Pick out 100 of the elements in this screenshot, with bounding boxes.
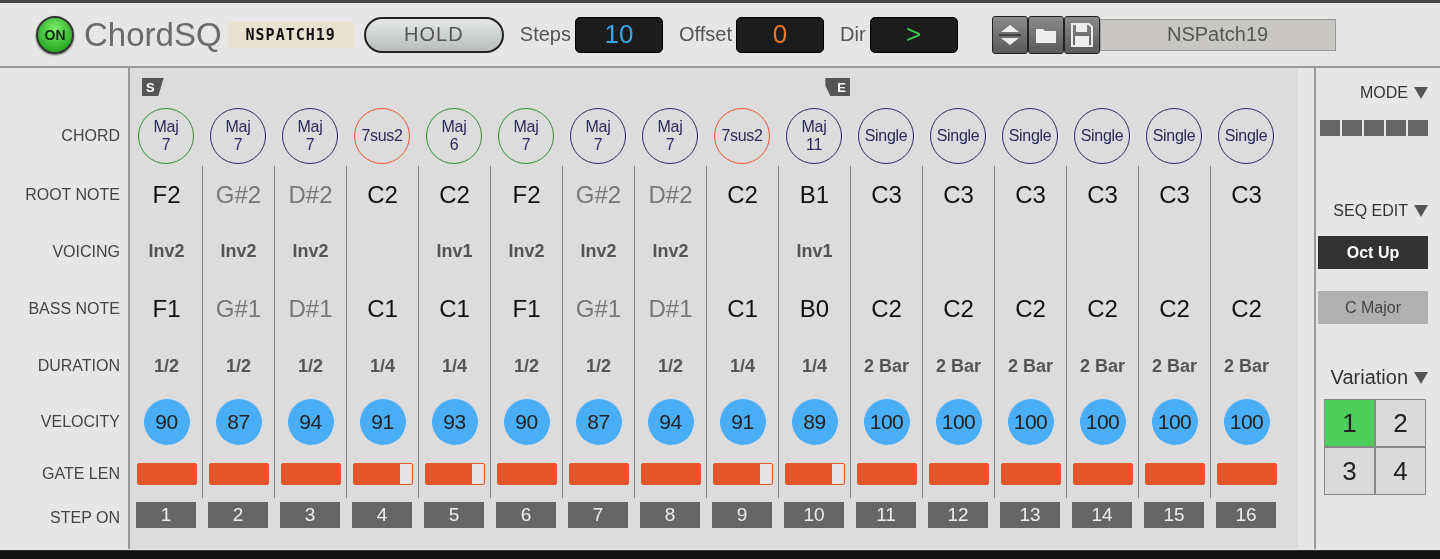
root-note[interactable]: F2 xyxy=(512,180,541,209)
gate-length-slider[interactable] xyxy=(352,463,413,485)
step-toggle[interactable]: 8 xyxy=(640,502,700,528)
duration-value[interactable]: 1/2 xyxy=(298,355,323,377)
voicing-value[interactable]: Inv2 xyxy=(220,241,257,262)
duration-value[interactable]: 1/2 xyxy=(514,355,539,377)
gate-length-slider[interactable] xyxy=(496,463,557,485)
bass-note[interactable]: C2 xyxy=(1159,295,1190,323)
duration-value[interactable]: 2 Bar xyxy=(1152,355,1197,377)
voicing-value[interactable]: Inv2 xyxy=(580,241,617,262)
voicing-value[interactable]: Inv2 xyxy=(148,241,185,262)
duration-value[interactable]: 1/4 xyxy=(730,355,755,377)
gate-length-slider[interactable] xyxy=(712,463,773,485)
velocity-knob[interactable]: 100 xyxy=(1079,399,1126,445)
gate-length-slider[interactable] xyxy=(136,463,197,485)
patch-name-field[interactable]: NSPatch19 xyxy=(1099,18,1336,51)
gate-length-slider[interactable] xyxy=(928,463,989,485)
hold-button[interactable]: HOLD xyxy=(363,16,504,53)
velocity-knob[interactable]: 87 xyxy=(575,399,622,445)
save-icon[interactable] xyxy=(1063,15,1100,54)
bass-note[interactable]: C1 xyxy=(727,295,758,323)
variation-button[interactable]: 3 xyxy=(1324,447,1375,495)
root-note[interactable]: C2 xyxy=(439,180,470,209)
step-toggle[interactable]: 5 xyxy=(424,502,484,528)
velocity-knob[interactable]: 100 xyxy=(863,399,910,445)
duration-value[interactable]: 1/4 xyxy=(442,355,467,377)
root-note[interactable]: C3 xyxy=(1087,180,1118,209)
step-toggle[interactable]: 10 xyxy=(784,502,844,528)
gate-length-slider[interactable] xyxy=(784,463,845,485)
variation-button[interactable]: 2 xyxy=(1375,399,1426,447)
velocity-knob[interactable]: 91 xyxy=(359,399,406,445)
velocity-knob[interactable]: 90 xyxy=(143,399,190,445)
bass-note[interactable]: C2 xyxy=(1087,295,1118,323)
velocity-knob[interactable]: 100 xyxy=(1223,399,1270,445)
gate-length-slider[interactable] xyxy=(1144,463,1205,485)
dropdown-icon[interactable] xyxy=(1414,371,1428,384)
duration-value[interactable]: 1/2 xyxy=(154,355,179,377)
duration-value[interactable]: 2 Bar xyxy=(1224,355,1269,377)
bass-note[interactable]: C1 xyxy=(439,295,470,323)
root-note[interactable]: C3 xyxy=(943,180,974,209)
folder-icon[interactable] xyxy=(1027,15,1064,54)
dropdown-icon[interactable] xyxy=(1414,205,1428,217)
velocity-knob[interactable]: 93 xyxy=(431,399,478,445)
gate-length-slider[interactable] xyxy=(424,463,485,485)
bass-note[interactable]: C2 xyxy=(871,295,902,323)
velocity-knob[interactable]: 100 xyxy=(1151,399,1198,445)
step-toggle[interactable]: 14 xyxy=(1072,502,1132,528)
root-note[interactable]: C3 xyxy=(1015,180,1046,209)
step-toggle[interactable]: 16 xyxy=(1216,502,1276,528)
velocity-knob[interactable]: 100 xyxy=(1007,399,1054,445)
step-toggle[interactable]: 1 xyxy=(136,502,196,528)
duration-value[interactable]: 1/4 xyxy=(802,355,827,377)
root-note[interactable]: C3 xyxy=(1159,180,1190,209)
gate-length-slider[interactable] xyxy=(1072,463,1133,485)
power-button[interactable]: ON xyxy=(36,15,74,54)
gate-length-slider[interactable] xyxy=(568,463,629,485)
root-note[interactable]: F2 xyxy=(152,180,181,209)
velocity-knob[interactable]: 90 xyxy=(503,399,550,445)
gate-length-slider[interactable] xyxy=(856,463,917,485)
root-note[interactable]: C2 xyxy=(367,180,398,209)
dropdown-icon[interactable] xyxy=(1414,87,1428,99)
step-toggle[interactable]: 15 xyxy=(1144,502,1204,528)
velocity-knob[interactable]: 94 xyxy=(647,399,694,445)
voicing-value[interactable]: Inv2 xyxy=(508,241,545,262)
gate-length-slider[interactable] xyxy=(208,463,269,485)
root-note[interactable]: C3 xyxy=(871,180,902,209)
velocity-knob[interactable]: 100 xyxy=(935,399,982,445)
step-toggle[interactable]: 4 xyxy=(352,502,412,528)
step-toggle[interactable]: 2 xyxy=(208,502,268,528)
step-toggle[interactable]: 12 xyxy=(928,502,988,528)
seq-edit-option[interactable]: Oct Up xyxy=(1318,236,1428,269)
step-toggle[interactable]: 11 xyxy=(856,502,916,528)
duration-value[interactable]: 1/2 xyxy=(226,355,251,377)
duration-value[interactable]: 1/2 xyxy=(658,355,683,377)
value-display[interactable]: 10 xyxy=(575,16,663,53)
duration-value[interactable]: 1/2 xyxy=(586,355,611,377)
up-down-arrows-icon[interactable] xyxy=(991,15,1028,54)
bass-note[interactable]: F1 xyxy=(152,295,181,323)
step-toggle[interactable]: 9 xyxy=(712,502,772,528)
root-note[interactable]: C2 xyxy=(727,180,758,209)
voicing-value[interactable]: Inv2 xyxy=(652,241,689,262)
duration-value[interactable]: 2 Bar xyxy=(936,355,981,377)
bass-note[interactable]: C2 xyxy=(943,295,974,323)
gate-length-slider[interactable] xyxy=(640,463,701,485)
voicing-value[interactable]: Inv1 xyxy=(796,241,833,262)
voicing-value[interactable]: Inv2 xyxy=(292,241,329,262)
gate-length-slider[interactable] xyxy=(280,463,341,485)
gate-length-slider[interactable] xyxy=(1000,463,1061,485)
step-toggle[interactable]: 13 xyxy=(1000,502,1060,528)
velocity-knob[interactable]: 89 xyxy=(791,399,838,445)
velocity-knob[interactable]: 91 xyxy=(719,399,766,445)
mode-selector[interactable] xyxy=(1320,120,1428,136)
variation-button[interactable]: 1 xyxy=(1324,399,1375,447)
gate-length-slider[interactable] xyxy=(1216,463,1277,485)
bass-note[interactable]: C1 xyxy=(367,295,398,323)
duration-value[interactable]: 1/4 xyxy=(370,355,395,377)
variation-button[interactable]: 4 xyxy=(1375,447,1426,495)
bass-note[interactable]: C2 xyxy=(1231,295,1262,323)
duration-value[interactable]: 2 Bar xyxy=(864,355,909,377)
duration-value[interactable]: 2 Bar xyxy=(1080,355,1125,377)
